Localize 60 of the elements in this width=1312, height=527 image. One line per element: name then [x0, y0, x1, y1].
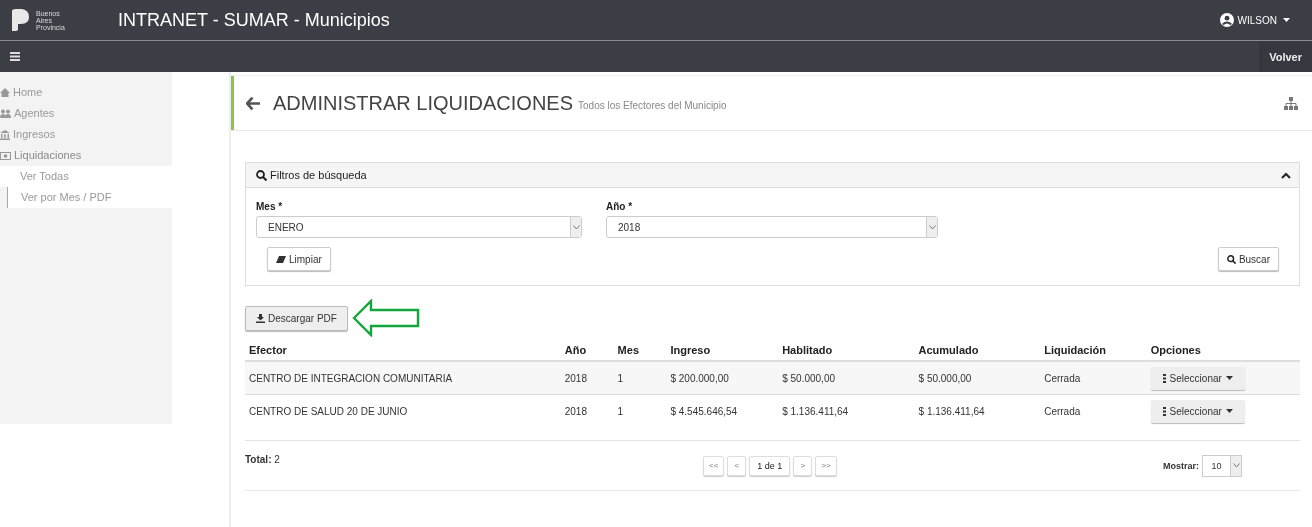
menu-icon[interactable]	[10, 52, 20, 61]
page-title: ADMINISTRAR LIQUIDACIONES	[273, 91, 574, 115]
kebab-icon	[1162, 406, 1166, 416]
app-title: INTRANET - SUMAR - Municipios	[118, 9, 390, 31]
table-cell: Cerrada	[1044, 372, 1081, 384]
table-cell: 1	[617, 372, 624, 384]
kebab-icon	[1162, 373, 1166, 383]
table-cell: $ 50.000,00	[918, 372, 972, 384]
bank-icon	[0, 129, 10, 140]
pagination-button[interactable]: 1 de 1	[749, 455, 791, 476]
pagination-button[interactable]: <<	[703, 455, 725, 476]
table-cell: 2018	[564, 372, 587, 384]
table-cell: 2018	[564, 405, 587, 417]
search-icon	[256, 169, 267, 181]
back-arrow-icon[interactable]	[246, 96, 260, 110]
table-cell: CENTRO DE SALUD 20 DE JUNIO	[249, 405, 408, 417]
back-button[interactable]: Volver	[1259, 41, 1312, 72]
table-cell: CENTRO DE INTEGRACION COMUNITARIA	[249, 372, 453, 384]
pagination-button[interactable]: <	[727, 455, 747, 476]
caret-icon	[1225, 409, 1233, 413]
table-cell: $ 1.136.411,64	[918, 405, 985, 417]
caret-icon	[1283, 18, 1290, 22]
table-cell: 1	[617, 405, 624, 417]
user-icon	[1219, 13, 1234, 27]
download-icon	[256, 313, 265, 323]
table-cell: $ 50.000,00	[782, 372, 835, 384]
table-cell: $ 4.545.646,54	[670, 405, 738, 417]
users-icon	[0, 109, 11, 118]
chevron-icon[interactable]	[1281, 171, 1291, 179]
page-size-select[interactable]: 10	[1202, 454, 1242, 477]
table-cell: $ 200.000,00	[670, 372, 729, 384]
select-field[interactable]: ENERO	[256, 216, 582, 238]
pagination-button[interactable]: >	[793, 455, 813, 476]
search-icon	[1226, 254, 1236, 264]
outline-arrow-icon	[351, 299, 422, 337]
user-menu[interactable]: WILSON	[1219, 13, 1290, 27]
home-icon	[0, 88, 10, 97]
download-button[interactable]: Descargar PDF	[245, 305, 348, 331]
dropdown-icon	[572, 224, 580, 230]
panel-title: Filtros de búsqueda	[270, 169, 367, 181]
select-button[interactable]: Seleccionar	[1150, 399, 1245, 423]
show-label: Mostrar:	[1163, 460, 1199, 471]
logo-icon	[10, 9, 30, 31]
eraser-icon	[276, 255, 286, 263]
pagination-button[interactable]: >>	[815, 455, 837, 476]
sitemap-icon[interactable]	[1284, 96, 1298, 110]
select-field[interactable]: 2018	[606, 216, 938, 238]
dropdown-icon	[1232, 463, 1240, 468]
banknote-icon	[0, 151, 11, 160]
dropdown-icon	[928, 224, 936, 230]
table-cell: Cerrada	[1044, 405, 1081, 417]
total-count: Total: 2	[245, 454, 281, 465]
table-cell: $ 1.136.411,64	[782, 405, 849, 417]
caret-icon	[1225, 376, 1233, 380]
page-subtitle: Todos los Efectores del Municipio	[578, 100, 727, 111]
select-button[interactable]: Seleccionar	[1150, 366, 1245, 390]
field-label: Mes *	[256, 201, 284, 212]
clear-button[interactable]: Limpiar	[267, 247, 331, 271]
field-label: Año *	[606, 201, 634, 212]
search-button[interactable]: Buscar	[1217, 247, 1279, 271]
